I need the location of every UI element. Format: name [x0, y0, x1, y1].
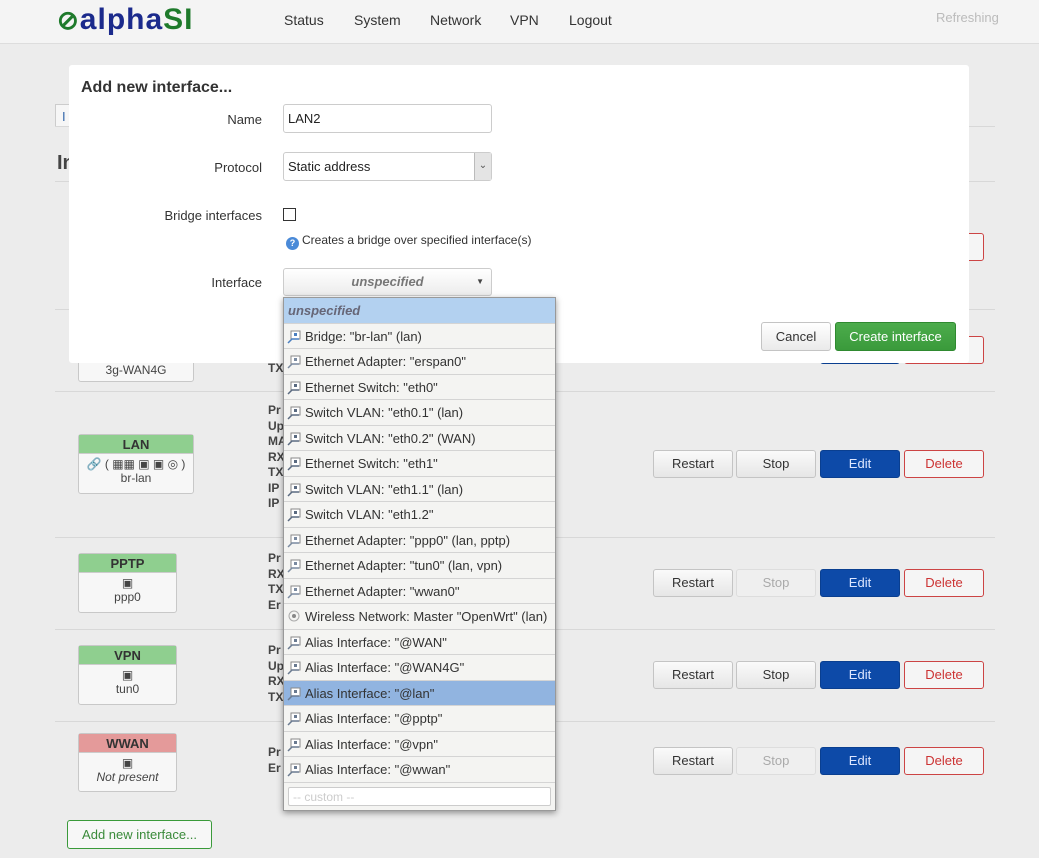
- dropdown-option[interactable]: Switch VLAN: "eth0.2" (WAN): [284, 426, 555, 451]
- dropdown-option[interactable]: Ethernet Adapter: "wwan0": [284, 579, 555, 604]
- restart-button[interactable]: Restart: [653, 450, 733, 478]
- ethernet-icon: [287, 352, 302, 369]
- add-new-interface-button[interactable]: Add new interface...: [67, 820, 212, 849]
- refreshing-indicator: Refreshing: [936, 10, 999, 25]
- ethernet-icon: [287, 582, 302, 599]
- dropdown-option[interactable]: Switch VLAN: "eth1.2": [284, 502, 555, 528]
- bridge-help: ? Creates a bridge over specified interfa…: [286, 233, 531, 250]
- help-icon: ?: [286, 237, 299, 250]
- interface-dropdown[interactable]: unspecified ▼: [283, 268, 492, 296]
- edit-button[interactable]: Edit: [820, 661, 900, 689]
- logo-mark-icon: ⊘: [57, 5, 80, 35]
- nav-status[interactable]: Status: [284, 12, 324, 28]
- delete-button[interactable]: Delete: [904, 747, 984, 775]
- ethernet-icon: [287, 556, 302, 573]
- ethernet-icon: ▣: [121, 756, 134, 770]
- ethernet-icon: ▣: [121, 668, 134, 682]
- edit-button[interactable]: Edit: [820, 747, 900, 775]
- dropdown-option[interactable]: Ethernet Adapter: "ppp0" (lan, pptp): [284, 528, 555, 553]
- nav-network[interactable]: Network: [430, 12, 481, 28]
- edit-button[interactable]: Edit: [820, 569, 900, 597]
- switch-icon: [287, 429, 302, 446]
- restart-button[interactable]: Restart: [653, 569, 733, 597]
- restart-button[interactable]: Restart: [653, 661, 733, 689]
- bridge-icon: [287, 327, 302, 344]
- dropdown-option[interactable]: Ethernet Adapter: "erspan0": [284, 349, 555, 375]
- header: ⊘alphaSI Status System Network VPN Logou…: [0, 0, 1039, 44]
- protocol-label: Protocol: [214, 160, 262, 175]
- switch-icon: [287, 378, 302, 395]
- alias-icon: [287, 709, 302, 726]
- dropdown-option[interactable]: Switch VLAN: "eth0.1" (lan): [284, 400, 555, 426]
- interface-badge-wwan: WWAN ▣ Not present: [78, 733, 177, 792]
- protocol-select[interactable]: Static address ⌄: [283, 152, 492, 181]
- stop-button[interactable]: Stop: [736, 747, 816, 775]
- delete-button[interactable]: Delete: [904, 569, 984, 597]
- dropdown-option[interactable]: Ethernet Adapter: "tun0" (lan, vpn): [284, 553, 555, 579]
- name-input[interactable]: LAN2: [283, 104, 492, 133]
- edit-button[interactable]: Edit: [820, 450, 900, 478]
- dropdown-option[interactable]: Ethernet Switch: "eth0": [284, 375, 555, 400]
- logo[interactable]: ⊘alphaSI: [57, 5, 194, 35]
- dropdown-option[interactable]: Alias Interface: "@vpn": [284, 732, 555, 757]
- dropdown-option[interactable]: Bridge: "br-lan" (lan): [284, 324, 555, 349]
- interface-badge-lan: LAN 🔗 ( ▦▦ ▣ ▣ ◎ ) br-lan: [78, 434, 194, 494]
- switch-icon: [287, 454, 302, 471]
- switch-icon: [287, 403, 302, 420]
- bridge-interfaces-label: Bridge interfaces: [164, 208, 262, 223]
- dropdown-option[interactable]: Ethernet Switch: "eth1": [284, 451, 555, 477]
- alias-icon: [287, 760, 302, 777]
- interface-stats: Pr Er: [268, 745, 281, 775]
- dropdown-option[interactable]: Alias Interface: "@WAN4G": [284, 655, 555, 681]
- restart-button[interactable]: Restart: [653, 747, 733, 775]
- interface-stats: TX: [268, 361, 284, 375]
- dropdown-option[interactable]: Alias Interface: "@WAN": [284, 630, 555, 655]
- nav-vpn[interactable]: VPN: [510, 12, 539, 28]
- dropdown-option[interactable]: Alias Interface: "@wwan": [284, 757, 555, 783]
- create-interface-button[interactable]: Create interface: [835, 322, 956, 351]
- wifi-icon: [287, 607, 302, 622]
- alias-icon: [287, 658, 302, 675]
- lan-device-icons: 🔗 ( ▦▦ ▣ ▣ ◎ ): [86, 457, 186, 471]
- interface-badge-pptp: PPTP ▣ ppp0: [78, 553, 177, 613]
- modal-title: Add new interface...: [81, 79, 233, 96]
- dropdown-option[interactable]: Switch VLAN: "eth1.1" (lan): [284, 477, 555, 502]
- alias-icon: [287, 633, 302, 650]
- bridge-interfaces-checkbox[interactable]: [283, 208, 296, 221]
- dropdown-option[interactable]: Alias Interface: "@pptp": [284, 706, 555, 732]
- ethernet-icon: [287, 531, 302, 548]
- dropdown-option[interactable]: unspecified: [284, 298, 555, 324]
- interface-label: Interface: [211, 275, 262, 290]
- stop-button[interactable]: Stop: [736, 450, 816, 478]
- caret-down-icon: ▼: [476, 277, 484, 286]
- dropdown-option[interactable]: Wireless Network: Master "OpenWrt" (lan): [284, 604, 555, 630]
- switch-icon: [287, 505, 302, 522]
- chevron-down-icon: ⌄: [474, 153, 491, 180]
- cancel-button[interactable]: Cancel: [761, 322, 831, 351]
- interface-dropdown-list: unspecified Bridge: "br-lan" (lan) Etherne…: [283, 297, 556, 811]
- delete-button[interactable]: Delete: [904, 450, 984, 478]
- stop-button[interactable]: Stop: [736, 661, 816, 689]
- nav-logout[interactable]: Logout: [569, 12, 612, 28]
- delete-button[interactable]: Delete: [904, 661, 984, 689]
- dropdown-option[interactable]: Alias Interface: "@lan": [284, 680, 555, 706]
- ethernet-icon: ▣: [121, 576, 134, 590]
- alias-icon: [287, 735, 302, 752]
- nav-system[interactable]: System: [354, 12, 401, 28]
- switch-icon: [287, 480, 302, 497]
- alias-icon: [287, 684, 302, 701]
- custom-interface-input[interactable]: -- custom --: [288, 786, 551, 806]
- stop-button[interactable]: Stop: [736, 569, 816, 597]
- name-label: Name: [227, 112, 262, 127]
- interface-badge-vpn: VPN ▣ tun0: [78, 645, 177, 705]
